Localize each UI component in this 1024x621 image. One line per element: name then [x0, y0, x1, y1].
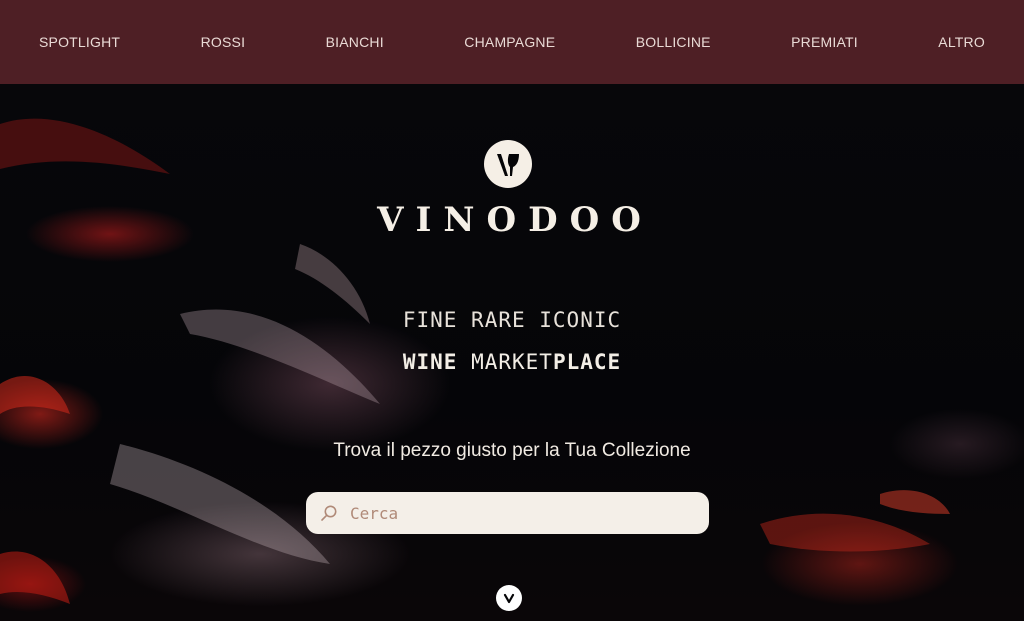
main-nav: SPOTLIGHT ROSSI BIANCHI CHAMPAGNE BOLLIC… [0, 0, 1024, 84]
nav-item-spotlight[interactable]: SPOTLIGHT [39, 34, 120, 50]
tagline-line1: FINE RARE ICONIC [402, 308, 622, 332]
tagline-word-wine: WINE [402, 350, 458, 374]
brand-wordmark: VINODOO [377, 200, 653, 240]
tagline-word-place: PLACE [552, 350, 622, 374]
hero-section: VINODOO FINE RARE ICONIC WINE MARKETPLAC… [0, 84, 1024, 621]
tagline-line2: WINE MARKETPLACE [0, 350, 1024, 374]
search-icon[interactable] [320, 504, 338, 522]
wine-glass-logo-icon [484, 140, 532, 188]
nav-item-bollicine[interactable]: BOLLICINE [636, 34, 711, 50]
chevron-down-icon [503, 593, 515, 604]
nav-item-premiati[interactable]: PREMIATI [791, 34, 858, 50]
nav-item-rossi[interactable]: ROSSI [201, 34, 246, 50]
search-bar[interactable] [306, 492, 709, 534]
nav-item-altro[interactable]: ALTRO [938, 34, 985, 50]
tagline-word-market: MARKET [471, 350, 553, 374]
hero-subtitle: Trova il pezzo giusto per la Tua Collezi… [333, 440, 691, 461]
scroll-down-button[interactable] [496, 585, 522, 611]
nav-item-champagne[interactable]: CHAMPAGNE [464, 34, 555, 50]
search-input[interactable] [348, 502, 682, 524]
nav-item-bianchi[interactable]: BIANCHI [326, 34, 384, 50]
